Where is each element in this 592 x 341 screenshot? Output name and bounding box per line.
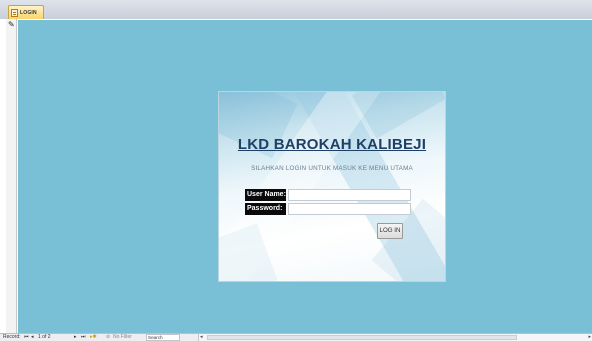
last-record-icon[interactable]: ⏭ — [81, 334, 86, 341]
record-selector[interactable]: ✎ — [6, 19, 17, 333]
pencil-icon: ✎ — [8, 20, 15, 29]
scrollbar-thumb[interactable] — [207, 335, 517, 340]
first-record-icon[interactable]: ⏮ — [24, 334, 29, 341]
background-shard — [219, 223, 278, 281]
login-button[interactable]: LOG IN — [377, 223, 403, 239]
new-record-icon[interactable]: ▸✱ — [90, 334, 97, 341]
record-position[interactable]: 1 of 2 — [38, 334, 51, 341]
scroll-left-icon[interactable]: ◂ — [200, 334, 203, 341]
previous-record-icon[interactable]: ◂ — [31, 334, 34, 341]
record-navigation-bar: Record: ⏮ ◂ 1 of 2 ▸ ⏭ ▸✱ ⊘ No Filter Se… — [0, 333, 592, 341]
form-icon — [11, 8, 18, 17]
password-label: Password: — [245, 203, 286, 215]
scroll-right-icon[interactable]: ▸ — [588, 334, 591, 341]
filter-status[interactable]: No Filter — [113, 334, 132, 341]
next-record-icon[interactable]: ▸ — [74, 334, 77, 341]
document-tab-strip: LOGIN — [0, 0, 592, 20]
search-box[interactable]: Search — [146, 334, 180, 341]
filter-indicator-icon: ⊘ — [106, 334, 111, 340]
horizontal-scrollbar[interactable]: ◂ ▸ — [198, 334, 592, 341]
username-label: User Name: — [245, 189, 286, 201]
password-field[interactable] — [288, 203, 411, 215]
login-panel: LKD BAROKAH KALIBEJI SILAHKAN LOGIN UNTU… — [218, 91, 446, 282]
app-title: LKD BAROKAH KALIBEJI — [237, 136, 427, 153]
form-area: ✎ LKD BAROKAH KALIBEJI SILAHKAN LOGIN UN… — [0, 19, 592, 333]
login-instruction: SILAHKAN LOGIN UNTUK MASUK KE MENU UTAMA — [251, 165, 413, 172]
tab-login-label: LOGIN — [20, 9, 37, 16]
username-field[interactable] — [288, 189, 411, 201]
tab-login[interactable]: LOGIN — [8, 5, 44, 19]
background-shard — [351, 92, 445, 139]
form-detail-section: LKD BAROKAH KALIBEJI SILAHKAN LOGIN UNTU… — [18, 20, 592, 333]
record-label: Record: — [3, 334, 21, 340]
